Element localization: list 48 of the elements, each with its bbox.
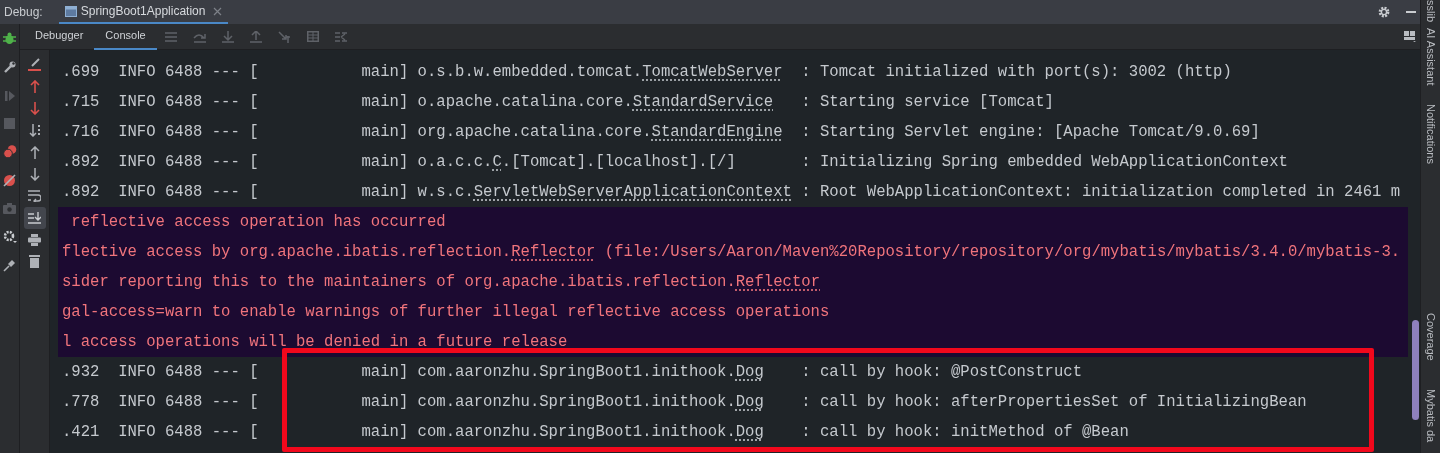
class-link[interactable]: C [492, 153, 502, 171]
class-link[interactable]: TomcatWebServer [642, 63, 783, 81]
class-link[interactable]: ServletWebServerApplicationContext [473, 183, 792, 201]
pin-icon[interactable] [3, 259, 16, 272]
arrow-down-icon[interactable] [29, 102, 40, 115]
window-icon [64, 5, 77, 17]
print-icon[interactable] [28, 234, 41, 246]
wrap-icon[interactable] [28, 190, 41, 202]
debug-label: Debug: [3, 4, 44, 21]
log-line: .892 INFO 6488 --- [ main] w.s.c.ServletWebServerApplicationContext : Root WebApplicationContext: initialization completed in 2461 m [61, 182, 1402, 203]
settings-icon[interactable] [2, 230, 17, 243]
console-tab[interactable]: Debugger [24, 23, 95, 50]
log-line: .716 INFO 6488 --- [ main] org.apache.catalina.core.StandardEngine : Starting Servlet engine: [Apache Tomcat/9.0.69] [61, 122, 1261, 143]
log-line: .932 INFO 6488 --- [ main] com.aaronzhu.SpringBoot1.inithook.Dog : call by hook: @PostConstruct [61, 362, 1083, 383]
class-link[interactable]: Reflector [511, 243, 596, 261]
class-link[interactable]: Dog [735, 363, 764, 381]
class-link[interactable]: Dog [735, 393, 764, 411]
arrow-down-icon[interactable] [29, 168, 40, 181]
close-icon[interactable] [213, 6, 223, 16]
tool-window-label[interactable]: AI Assistant [1422, 28, 1439, 86]
breakpoints-icon[interactable] [2, 145, 17, 158]
tool-window-label[interactable]: Coverage [1422, 313, 1439, 362]
class-link[interactable]: Reflector [735, 273, 820, 291]
log-line: .715 INFO 6488 --- [ main] o.apache.catalina.core.StandardService : Starting service [Tomcat] [61, 92, 1055, 113]
log-line: .699 INFO 6488 --- [ main] o.s.b.w.embedded.tomcat.TomcatWebServer : Tomcat initialized with port(s): 3002 (http) [61, 62, 1233, 83]
log-line: .778 INFO 6488 --- [ main] com.aaronzhu.SpringBoot1.inithook.Dog : call by hook: afterPropertiesSet of InitializingBean [61, 392, 1308, 413]
class-link[interactable]: StandardEngine [651, 123, 783, 141]
log-line: .892 INFO 6488 --- [ main] o.a.c.c.C.[Tomcat].[localhost].[/] : Initializing Spring embedded WebApplicationContext [61, 152, 1289, 173]
wrench-icon[interactable] [3, 61, 16, 74]
class-link[interactable]: Dog [735, 423, 764, 441]
class-link[interactable]: StandardService [632, 93, 774, 111]
mute-breakpoints-icon[interactable] [3, 174, 16, 187]
scroll-to-end-icon [28, 212, 41, 224]
arrow-up-icon[interactable] [29, 146, 40, 159]
trash-icon[interactable] [29, 255, 40, 268]
scrollbar[interactable] [1410, 50, 1420, 453]
tool-window-label[interactable]: sslib [1422, 0, 1439, 22]
arrow-up-icon[interactable] [29, 80, 40, 93]
settings-icon[interactable] [1378, 6, 1390, 18]
log-line: .421 INFO 6488 --- [ main] com.aaronzhu.SpringBoot1.inithook.Dog : call by hook: initMethod of @Bean [61, 422, 1130, 443]
scroll-to-end-button[interactable] [23, 207, 46, 229]
layout-icon[interactable] [1404, 31, 1416, 42]
tool-window-label[interactable]: Mybatis da [1422, 389, 1439, 443]
clear-icon[interactable] [28, 58, 41, 71]
tab-title: SpringBoot1Application [80, 3, 206, 20]
tool-window-label[interactable]: Notifications [1422, 103, 1439, 164]
bug-icon[interactable] [3, 32, 16, 45]
sort-icon[interactable] [28, 124, 41, 137]
